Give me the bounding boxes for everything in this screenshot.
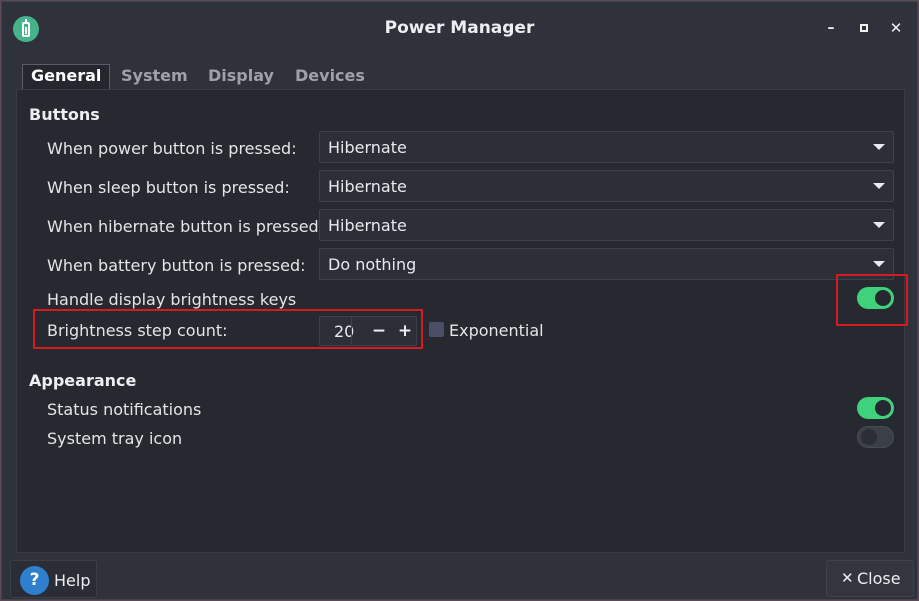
power-button-action-value: Hibernate: [328, 138, 407, 157]
battery-button-label: When battery button is pressed:: [47, 256, 306, 275]
close-button[interactable]: ✕ Close: [826, 560, 914, 597]
power-button-label: When power button is pressed:: [47, 139, 297, 158]
close-icon: ✕: [841, 569, 854, 587]
tab-general[interactable]: General: [22, 64, 111, 89]
power-manager-window: Power Manager – ✕ General System Display…: [1, 1, 918, 600]
minimize-button[interactable]: –: [822, 19, 840, 37]
battery-button-action-select[interactable]: Do nothing: [319, 248, 894, 280]
system-tray-icon-toggle[interactable]: [857, 426, 894, 448]
title-bar: Power Manager – ✕: [2, 2, 917, 56]
toggle-knob: [875, 400, 891, 416]
maximize-button[interactable]: [855, 19, 873, 37]
appearance-section-title: Appearance: [29, 371, 137, 390]
chevron-down-icon: [873, 222, 885, 228]
window-title: Power Manager: [384, 18, 535, 38]
highlight-box-step-count: [33, 309, 423, 349]
sleep-button-action-value: Hibernate: [328, 177, 407, 196]
status-notifications-toggle[interactable]: [857, 397, 894, 419]
chevron-down-icon: [873, 183, 885, 189]
battery-button-action-value: Do nothing: [328, 255, 417, 274]
help-icon: ?: [20, 566, 49, 595]
hibernate-button-action-value: Hibernate: [328, 216, 407, 235]
exponential-label[interactable]: Exponential: [449, 321, 544, 340]
buttons-section-title: Buttons: [29, 105, 100, 124]
toggle-knob: [861, 429, 877, 445]
close-window-button[interactable]: ✕: [887, 19, 905, 37]
system-tray-icon-label: System tray icon: [47, 429, 183, 448]
sleep-button-label: When sleep button is pressed:: [47, 178, 290, 197]
maximize-icon: [860, 24, 868, 32]
help-button[interactable]: ? Help: [10, 560, 97, 598]
hibernate-button-action-select[interactable]: Hibernate: [319, 209, 894, 241]
chevron-down-icon: [873, 261, 885, 267]
brightness-keys-label: Handle display brightness keys: [47, 290, 297, 309]
hibernate-button-label: When hibernate button is pressed:: [47, 217, 325, 236]
power-button-action-select[interactable]: Hibernate: [319, 131, 894, 163]
tab-display[interactable]: Display: [200, 64, 282, 88]
chevron-down-icon: [873, 144, 885, 150]
help-label: Help: [54, 571, 91, 590]
tab-system[interactable]: System: [113, 64, 196, 88]
exponential-checkbox[interactable]: [429, 322, 444, 337]
status-notifications-label: Status notifications: [47, 400, 202, 419]
tab-devices[interactable]: Devices: [287, 64, 373, 88]
close-label: Close: [857, 569, 901, 588]
sleep-button-action-select[interactable]: Hibernate: [319, 170, 894, 202]
highlight-box-brightness-toggle: [836, 274, 908, 326]
